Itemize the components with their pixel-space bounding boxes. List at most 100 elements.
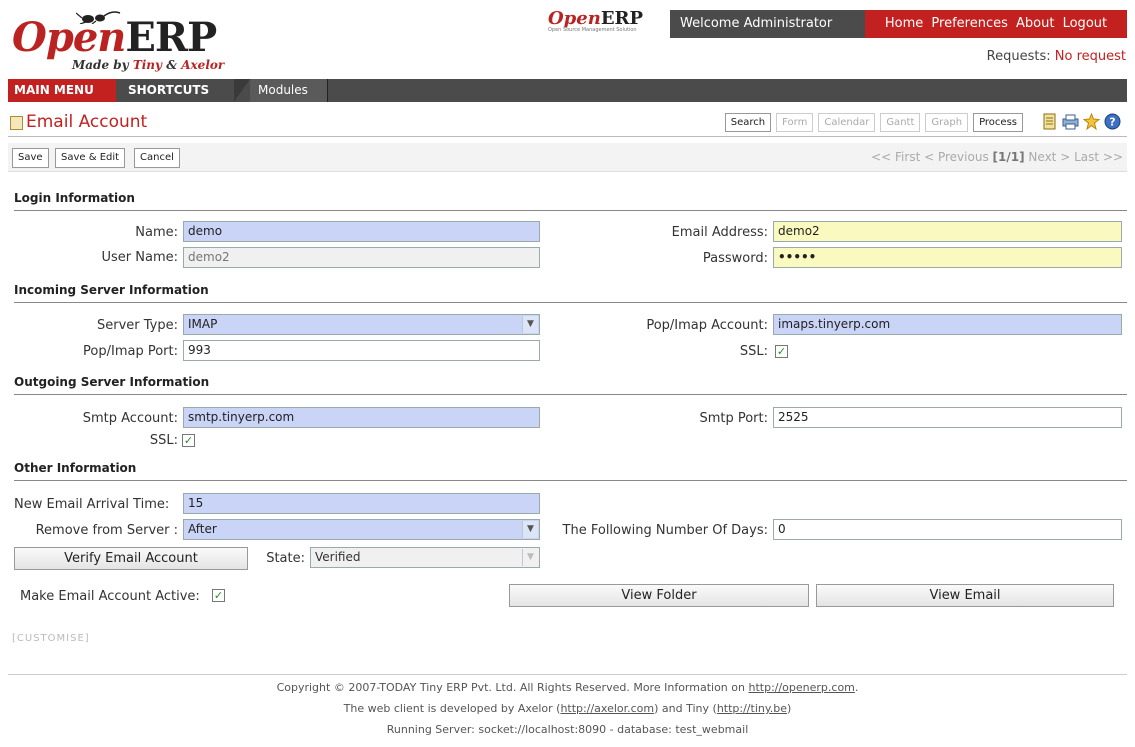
page-title: Email Account — [26, 112, 148, 132]
view-folder-button[interactable]: View Folder — [509, 584, 809, 607]
remove-from-server-label: Remove from Server : — [35, 523, 178, 538]
small-logo-open: Open — [548, 8, 601, 29]
graph-view-button[interactable]: Graph — [925, 113, 969, 132]
shortcuts-tab[interactable]: SHORTCUTS — [116, 79, 248, 102]
following-days-input[interactable]: 0 — [773, 519, 1122, 540]
copyright-text: Copyright © 2007-TODAY Tiny ERP Pvt. Ltd… — [276, 681, 745, 694]
incoming-section-header: Incoming Server Information — [14, 283, 1127, 303]
smtp-port-input[interactable]: 2525 — [773, 407, 1122, 428]
ssl-incoming-checkbox[interactable]: ✓ — [775, 345, 788, 358]
menu-bar: MAIN MENU SHORTCUTS Modules — [8, 79, 1127, 102]
arrival-time-label: New Email Arrival Time: — [14, 497, 170, 512]
name-label: Name: — [135, 225, 178, 240]
main-menu-tab[interactable]: MAIN MENU — [8, 79, 116, 102]
login-section-header: Login Information — [14, 191, 1127, 211]
pager-position: [1/1] — [992, 150, 1025, 164]
server-type-label: Server Type: — [96, 318, 178, 333]
ssl-incoming-label: SSL: — [739, 344, 768, 359]
save-edit-button[interactable]: Save & Edit — [55, 148, 126, 168]
server-type-select[interactable]: IMAP ▼ — [183, 314, 540, 335]
make-active-checkbox[interactable]: ✓ — [212, 589, 225, 602]
ssl-outgoing-checkbox[interactable]: ✓ — [182, 434, 195, 447]
process-view-button[interactable]: Process — [973, 113, 1023, 132]
openerp-link[interactable]: http://openerp.com — [748, 681, 854, 694]
chevron-down-icon: ▼ — [522, 521, 538, 538]
email-input[interactable]: demo2 — [773, 221, 1122, 242]
small-logo-tagline: Open Source Management Solution — [548, 27, 637, 33]
remove-from-server-value: After — [188, 522, 217, 536]
form-view-button[interactable]: Form — [776, 113, 814, 132]
popimap-port-label: Pop/Imap Port: — [83, 344, 178, 359]
pager: << First < Previous [1/1] Next > Last >> — [871, 150, 1123, 164]
username-label: User Name: — [101, 250, 179, 265]
about-link[interactable]: About — [1016, 16, 1054, 31]
logout-link[interactable]: Logout — [1063, 16, 1108, 31]
save-button[interactable]: Save — [12, 148, 49, 168]
tool-icons: ? — [1041, 113, 1121, 130]
notes-icon[interactable] — [1041, 113, 1058, 130]
logo-open-text: Open — [12, 14, 126, 61]
pager-first[interactable]: << First — [871, 150, 920, 164]
gantt-view-button[interactable]: Gantt — [880, 113, 921, 132]
popimap-account-input[interactable]: imaps.tinyerp.com — [773, 314, 1122, 335]
search-view-button[interactable]: Search — [724, 113, 772, 132]
popimap-account-label: Pop/Imap Account: — [646, 318, 768, 333]
help-icon[interactable]: ? — [1104, 113, 1121, 130]
smtp-account-label: Smtp Account: — [82, 411, 178, 426]
remove-from-server-select[interactable]: After ▼ — [183, 519, 540, 540]
requests-link[interactable]: No request — [1055, 49, 1126, 64]
verify-email-account-button[interactable]: Verify Email Account — [14, 547, 248, 570]
outgoing-section-header: Outgoing Server Information — [14, 375, 1127, 395]
requests-label: Requests: — [986, 49, 1051, 64]
home-link[interactable]: Home — [885, 16, 923, 31]
pager-next[interactable]: Next > — [1028, 150, 1070, 164]
password-input[interactable]: ••••• — [773, 247, 1122, 268]
password-label: Password: — [702, 251, 768, 266]
email-label: Email Address: — [671, 225, 768, 240]
requests-status: Requests: No request — [987, 49, 1126, 64]
pager-last[interactable]: Last >> — [1074, 150, 1123, 164]
view-email-button[interactable]: View Email — [816, 584, 1114, 607]
chevron-down-icon: ▼ — [522, 316, 538, 333]
new-icon[interactable] — [1083, 113, 1100, 130]
preferences-link[interactable]: Preferences — [931, 16, 1007, 31]
modules-tab[interactable]: Modules — [250, 79, 328, 102]
small-logo-erp: ERP — [600, 8, 644, 29]
smtp-account-input[interactable]: smtp.tinyerp.com — [183, 407, 540, 428]
state-select[interactable]: Verified ▼ — [310, 547, 540, 568]
arrival-time-input[interactable]: 15 — [183, 493, 540, 514]
logo-tiny: Tiny — [132, 58, 162, 72]
logo-erp-text: ERP — [125, 14, 217, 61]
footer-copyright: Copyright © 2007-TODAY Tiny ERP Pvt. Ltd… — [8, 677, 1127, 698]
copyright-end: . — [854, 681, 859, 694]
other-section-header: Other Information — [14, 461, 1127, 481]
username-input[interactable]: demo2 — [183, 247, 540, 268]
server-type-value: IMAP — [188, 317, 218, 331]
customise-link[interactable]: [CUSTOMISE] — [12, 633, 90, 644]
developers-text-c: ) — [787, 702, 792, 715]
state-label: State: — [266, 551, 305, 566]
smtp-port-label: Smtp Port: — [699, 411, 768, 426]
header: OpenERP Made by Tiny & Axelor OpenERP Op… — [0, 0, 1135, 77]
axelor-link[interactable]: http://axelor.com — [560, 702, 654, 715]
cancel-button[interactable]: Cancel — [134, 148, 180, 168]
chevron-down-icon: ▼ — [522, 549, 538, 566]
footer-developers: The web client is developed by Axelor (h… — [8, 698, 1127, 719]
calendar-view-button[interactable]: Calendar — [818, 113, 876, 132]
state-value: Verified — [315, 550, 361, 564]
small-logo: OpenERP Open Source Management Solution — [548, 8, 668, 38]
action-bar: Save Save & Edit Cancel << First < Previ… — [8, 143, 1127, 172]
footer-server: Running Server: socket://localhost:8090 … — [386, 723, 749, 736]
print-icon[interactable] — [1062, 113, 1079, 130]
pager-previous[interactable]: < Previous — [924, 150, 989, 164]
shortcuts-tab-edge — [234, 79, 250, 102]
logo-made-by: Made by — [72, 58, 129, 72]
logo-axelor: Axelor — [181, 58, 225, 72]
name-input[interactable]: demo — [183, 221, 540, 242]
welcome-text: Welcome Administrator — [670, 10, 865, 38]
openerp-logo[interactable]: OpenERP Made by Tiny & Axelor — [12, 10, 225, 74]
svg-text:?: ? — [1109, 116, 1115, 129]
popimap-port-input[interactable]: 993 — [183, 340, 540, 361]
tiny-link[interactable]: http://tiny.be — [717, 702, 787, 715]
ssl-outgoing-label: SSL: — [149, 433, 178, 448]
